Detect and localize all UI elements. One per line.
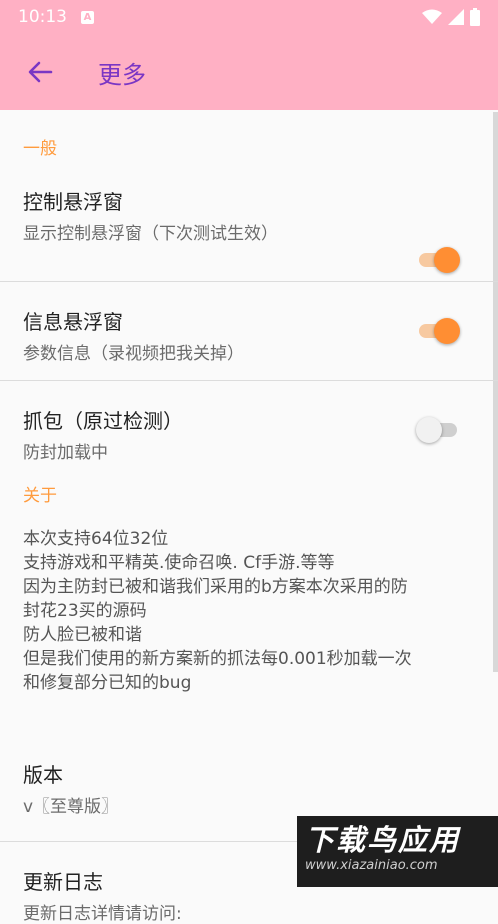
packet-capture-toggle[interactable] <box>416 416 460 444</box>
scrollbar[interactable] <box>493 112 498 672</box>
status-icons <box>422 8 480 26</box>
battery-icon <box>470 8 480 26</box>
pref-title: 控制悬浮窗 <box>23 190 123 214</box>
notification-icon: A <box>81 10 94 24</box>
about-line: 因为主防封已被和谐我们采用的b方案本次采用的防 <box>23 577 408 597</box>
about-text: 本次支持64位32位 支持游戏和平精英.使命召唤. Cf手游.等等 因为主防封已… <box>0 527 490 727</box>
switch-thumb <box>434 318 460 344</box>
control-float-toggle[interactable] <box>416 246 460 274</box>
preferences-list: 一般 控制悬浮窗 显示控制悬浮窗（下次测试生效） 信息悬浮窗 参数信息（录视频把… <box>0 110 498 924</box>
about-line: 本次支持64位32位 <box>23 529 169 549</box>
about-line: 防人脸已被和谐 <box>23 625 142 645</box>
category-about: 关于 <box>23 486 57 506</box>
switch-thumb <box>434 247 460 273</box>
pref-title: 版本 <box>23 763 63 787</box>
about-line: 但是我们使用的新方案新的抓法每0.001秒加载一次 <box>23 649 412 669</box>
pref-summary: 更新日志详情请访问: <box>23 904 182 924</box>
signal-icon <box>448 9 464 25</box>
about-line: 封花23买的源码 <box>23 601 147 621</box>
app-toolbar: 更多 <box>0 34 498 110</box>
about-line: 和修复部分已知的bug <box>23 673 192 693</box>
switch-thumb <box>416 417 442 443</box>
page-title: 更多 <box>98 60 146 89</box>
back-button[interactable] <box>22 54 58 90</box>
pref-packet-capture[interactable]: 抓包（原过检测） 防封加载中 <box>0 381 490 481</box>
wifi-icon <box>422 9 442 24</box>
info-float-toggle[interactable] <box>416 317 460 345</box>
pref-info-float-window[interactable]: 信息悬浮窗 参数信息（录视频把我关掉） <box>0 282 490 380</box>
pref-control-float-window[interactable]: 控制悬浮窗 显示控制悬浮窗（下次测试生效） <box>0 162 490 281</box>
category-general: 一般 <box>23 139 57 159</box>
about-line: 支持游戏和平精英.使命召唤. Cf手游.等等 <box>23 553 335 573</box>
watermark-url: www.xiazainiao.com <box>305 858 438 873</box>
pref-summary: 显示控制悬浮窗（下次测试生效） <box>23 224 278 244</box>
status-time: 10:13 <box>18 7 67 27</box>
arrow-left-icon <box>28 61 53 83</box>
watermark-text: 下载鸟应用 <box>305 823 461 857</box>
status-bar: 10:13 A <box>0 0 498 34</box>
watermark-logo: 下载鸟应用 www.xiazainiao.com <box>297 816 498 887</box>
pref-summary: v〖至尊版〗 <box>23 797 119 817</box>
